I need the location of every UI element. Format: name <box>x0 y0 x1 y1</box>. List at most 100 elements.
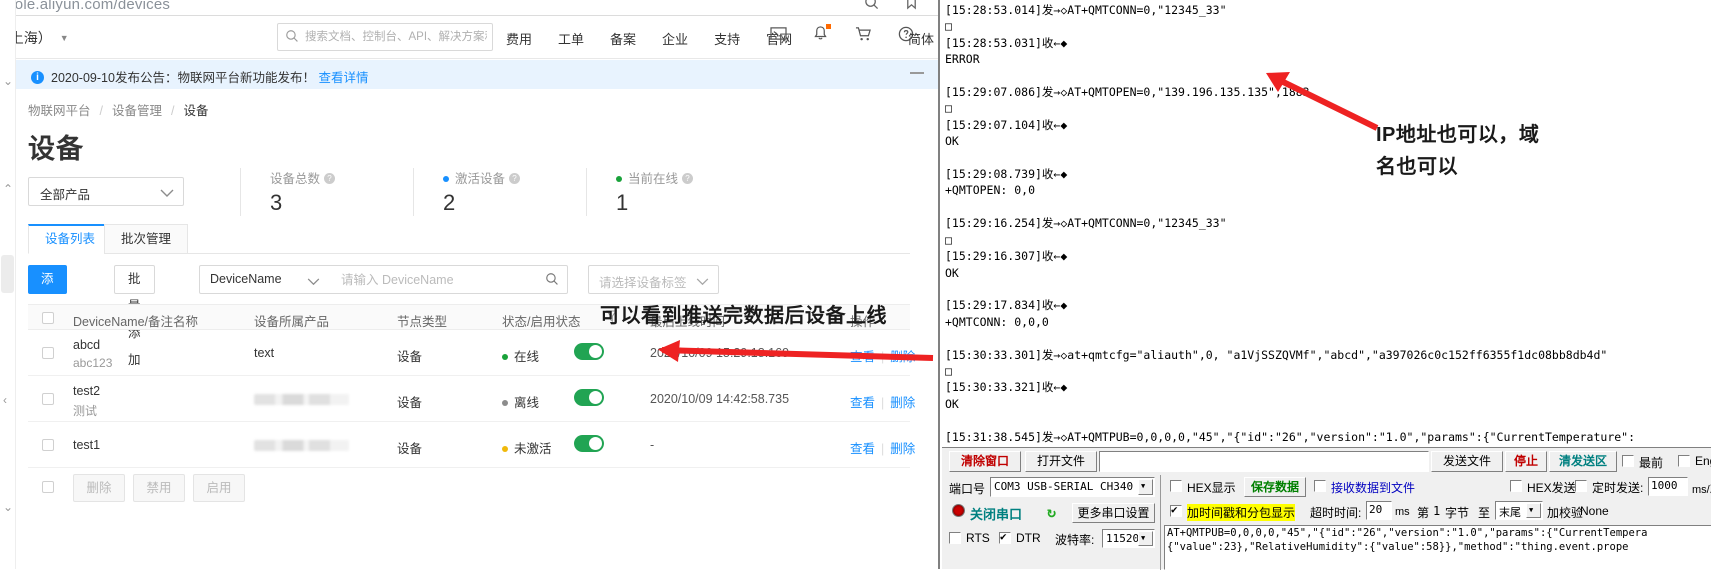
delete-link[interactable]: 删除 <box>890 396 915 410</box>
search-field-label: DeviceName <box>210 272 282 286</box>
chevron-left-icon[interactable]: ‹ <box>3 393 7 407</box>
help-circle-icon[interactable]: ? <box>324 173 336 185</box>
device-enable-toggle[interactable] <box>574 389 604 406</box>
device-enable-toggle[interactable] <box>574 435 604 452</box>
shopping-cart-icon[interactable] <box>855 26 872 47</box>
chevron-down-icon[interactable]: ⌄ <box>3 74 13 88</box>
product-filter-label: 全部产品 <box>40 188 91 202</box>
row-checkbox[interactable] <box>42 438 54 451</box>
collapse-icon[interactable] <box>910 72 924 74</box>
send-file-button[interactable]: 发送文件 <box>1431 451 1503 472</box>
tab-device-list[interactable]: 设备列表 <box>28 224 113 254</box>
add-device-button[interactable]: 添加设备 <box>28 265 67 373</box>
timed-send-input[interactable]: 1000 <box>1648 477 1688 496</box>
port-select[interactable]: COM3 USB-SERIAL CH340 <box>990 477 1155 497</box>
row-checkbox[interactable] <box>42 346 54 359</box>
send-text-area[interactable]: AT+QMTPUB=0,0,0,0,"45","{"id":"26","vers… <box>1164 525 1711 570</box>
clear-window-button[interactable]: 清除窗口 <box>949 451 1021 472</box>
device-name: test2 <box>73 384 101 398</box>
recv-to-file-checkbox[interactable] <box>1314 480 1326 492</box>
dtr-checkbox[interactable] <box>999 530 1011 544</box>
file-path-input[interactable] <box>1099 451 1429 472</box>
nav-link-record[interactable]: 备案 <box>610 32 636 47</box>
byte-first-value[interactable]: 1 <box>1433 504 1440 518</box>
timestamp-packet-checkbox[interactable] <box>1170 503 1182 517</box>
chevron-down-icon[interactable] <box>1138 531 1153 546</box>
column-header-product: 设备所属产品 <box>254 315 330 329</box>
nav-link-enterprise[interactable]: 企业 <box>662 32 688 47</box>
console-terminal-icon[interactable] <box>770 26 787 46</box>
delete-link[interactable]: 删除 <box>890 442 915 456</box>
chevron-up-icon[interactable]: ⌃ <box>3 182 13 196</box>
search-icon[interactable] <box>864 0 883 14</box>
breadcrumb-item-platform[interactable]: 物联网平台 <box>28 104 91 118</box>
byte-end-select[interactable]: 末尾 <box>1495 501 1543 520</box>
help-circle-icon[interactable]: ? <box>509 173 521 185</box>
view-link[interactable]: 查看 <box>850 396 875 410</box>
nav-link-ticket[interactable]: 工单 <box>558 32 584 47</box>
device-alias: 测试 <box>73 404 98 418</box>
device-tag-select[interactable]: 请选择设备标签 <box>588 265 719 294</box>
browser-url-bar[interactable]: onsole.aliyun.com/devices <box>0 0 938 16</box>
more-port-settings-button[interactable]: 更多串口设置 <box>1072 503 1155 523</box>
search-icon[interactable] <box>545 272 559 291</box>
clear-send-area-button[interactable]: 清发送区 <box>1549 451 1617 472</box>
stop-button[interactable]: 停止 <box>1505 451 1547 472</box>
bulk-disable-button[interactable]: 禁用 <box>133 474 185 502</box>
device-search-box[interactable] <box>329 265 568 294</box>
batch-add-button[interactable]: 批量添加 <box>114 265 155 367</box>
nav-link-fee[interactable]: 费用 <box>506 32 532 47</box>
breadcrumb: 物联网平台 / 设备管理 / 设备 <box>28 104 209 118</box>
refresh-icon[interactable]: ↻ <box>1047 503 1056 521</box>
chevron-down-icon[interactable] <box>1526 503 1541 518</box>
timeout-input[interactable]: 20 <box>1366 501 1392 520</box>
tab-batch-management[interactable]: 批次管理 <box>104 224 189 254</box>
hex-send-checkbox[interactable] <box>1510 480 1522 492</box>
device-search-input[interactable] <box>339 266 534 293</box>
announcement-link[interactable]: 查看详情 <box>318 71 368 85</box>
select-all-checkbox[interactable] <box>42 312 54 324</box>
log-line: OK <box>945 265 959 280</box>
breadcrumb-item-device-mgmt[interactable]: 设备管理 <box>112 104 162 118</box>
global-search[interactable] <box>277 23 493 51</box>
device-name: abcd <box>73 338 101 352</box>
announcement-banner: i 2020-09-10发布公告：物联网平台新功能发布！ 查看详情 <box>16 60 938 89</box>
row-checkbox[interactable] <box>42 392 54 405</box>
hex-display-checkbox[interactable] <box>1170 480 1182 492</box>
help-circle-icon[interactable]: ? <box>682 173 694 185</box>
port-value: COM3 USB-SERIAL CH340 <box>994 480 1134 493</box>
view-link[interactable]: 查看 <box>850 442 875 456</box>
rts-checkbox[interactable] <box>949 532 961 544</box>
stat-activated-label: 激活设备 <box>455 172 506 186</box>
device-enable-toggle[interactable] <box>574 343 604 360</box>
bulk-select-checkbox[interactable] <box>42 481 54 493</box>
status-dot-activated <box>443 175 449 182</box>
close-port-button[interactable]: 关闭串口 <box>970 504 1022 523</box>
table-row[interactable]: test1 设备 未激活 - 查看 | 删除 <box>28 422 915 468</box>
language-switcher[interactable]: 简体 <box>908 29 934 48</box>
notification-bell-icon[interactable] <box>813 24 832 47</box>
checksum-value[interactable]: None <box>1580 504 1609 518</box>
save-data-button[interactable]: 保存数据 <box>1244 477 1306 497</box>
rail-handle[interactable] <box>1 255 14 293</box>
global-search-input[interactable] <box>303 24 489 50</box>
open-file-button[interactable]: 打开文件 <box>1025 451 1097 472</box>
bookmark-icon[interactable] <box>905 0 918 14</box>
chevron-down-icon-2[interactable]: ⌄ <box>3 500 13 514</box>
baud-select[interactable]: 115200 <box>1102 529 1155 548</box>
breadcrumb-item-devices: 设备 <box>183 104 209 118</box>
timed-send-checkbox[interactable] <box>1575 480 1587 492</box>
bulk-delete-button[interactable]: 删除 <box>73 474 125 502</box>
nav-link-support[interactable]: 支持 <box>714 32 740 47</box>
table-row[interactable]: test2 测试 设备 离线 2020/10/09 14:42:58.735 查… <box>28 376 915 422</box>
chevron-down-icon <box>696 273 709 291</box>
search-field-select[interactable]: DeviceName <box>199 265 330 294</box>
english-checkbox[interactable] <box>1678 455 1690 467</box>
chevron-down-icon[interactable] <box>1138 479 1153 495</box>
product-filter-select[interactable]: 全部产品 <box>28 177 184 206</box>
bulk-enable-button[interactable]: 启用 <box>193 474 245 502</box>
device-tag-label: 请选择设备标签 <box>599 276 687 290</box>
always-on-top-checkbox[interactable] <box>1622 455 1634 467</box>
